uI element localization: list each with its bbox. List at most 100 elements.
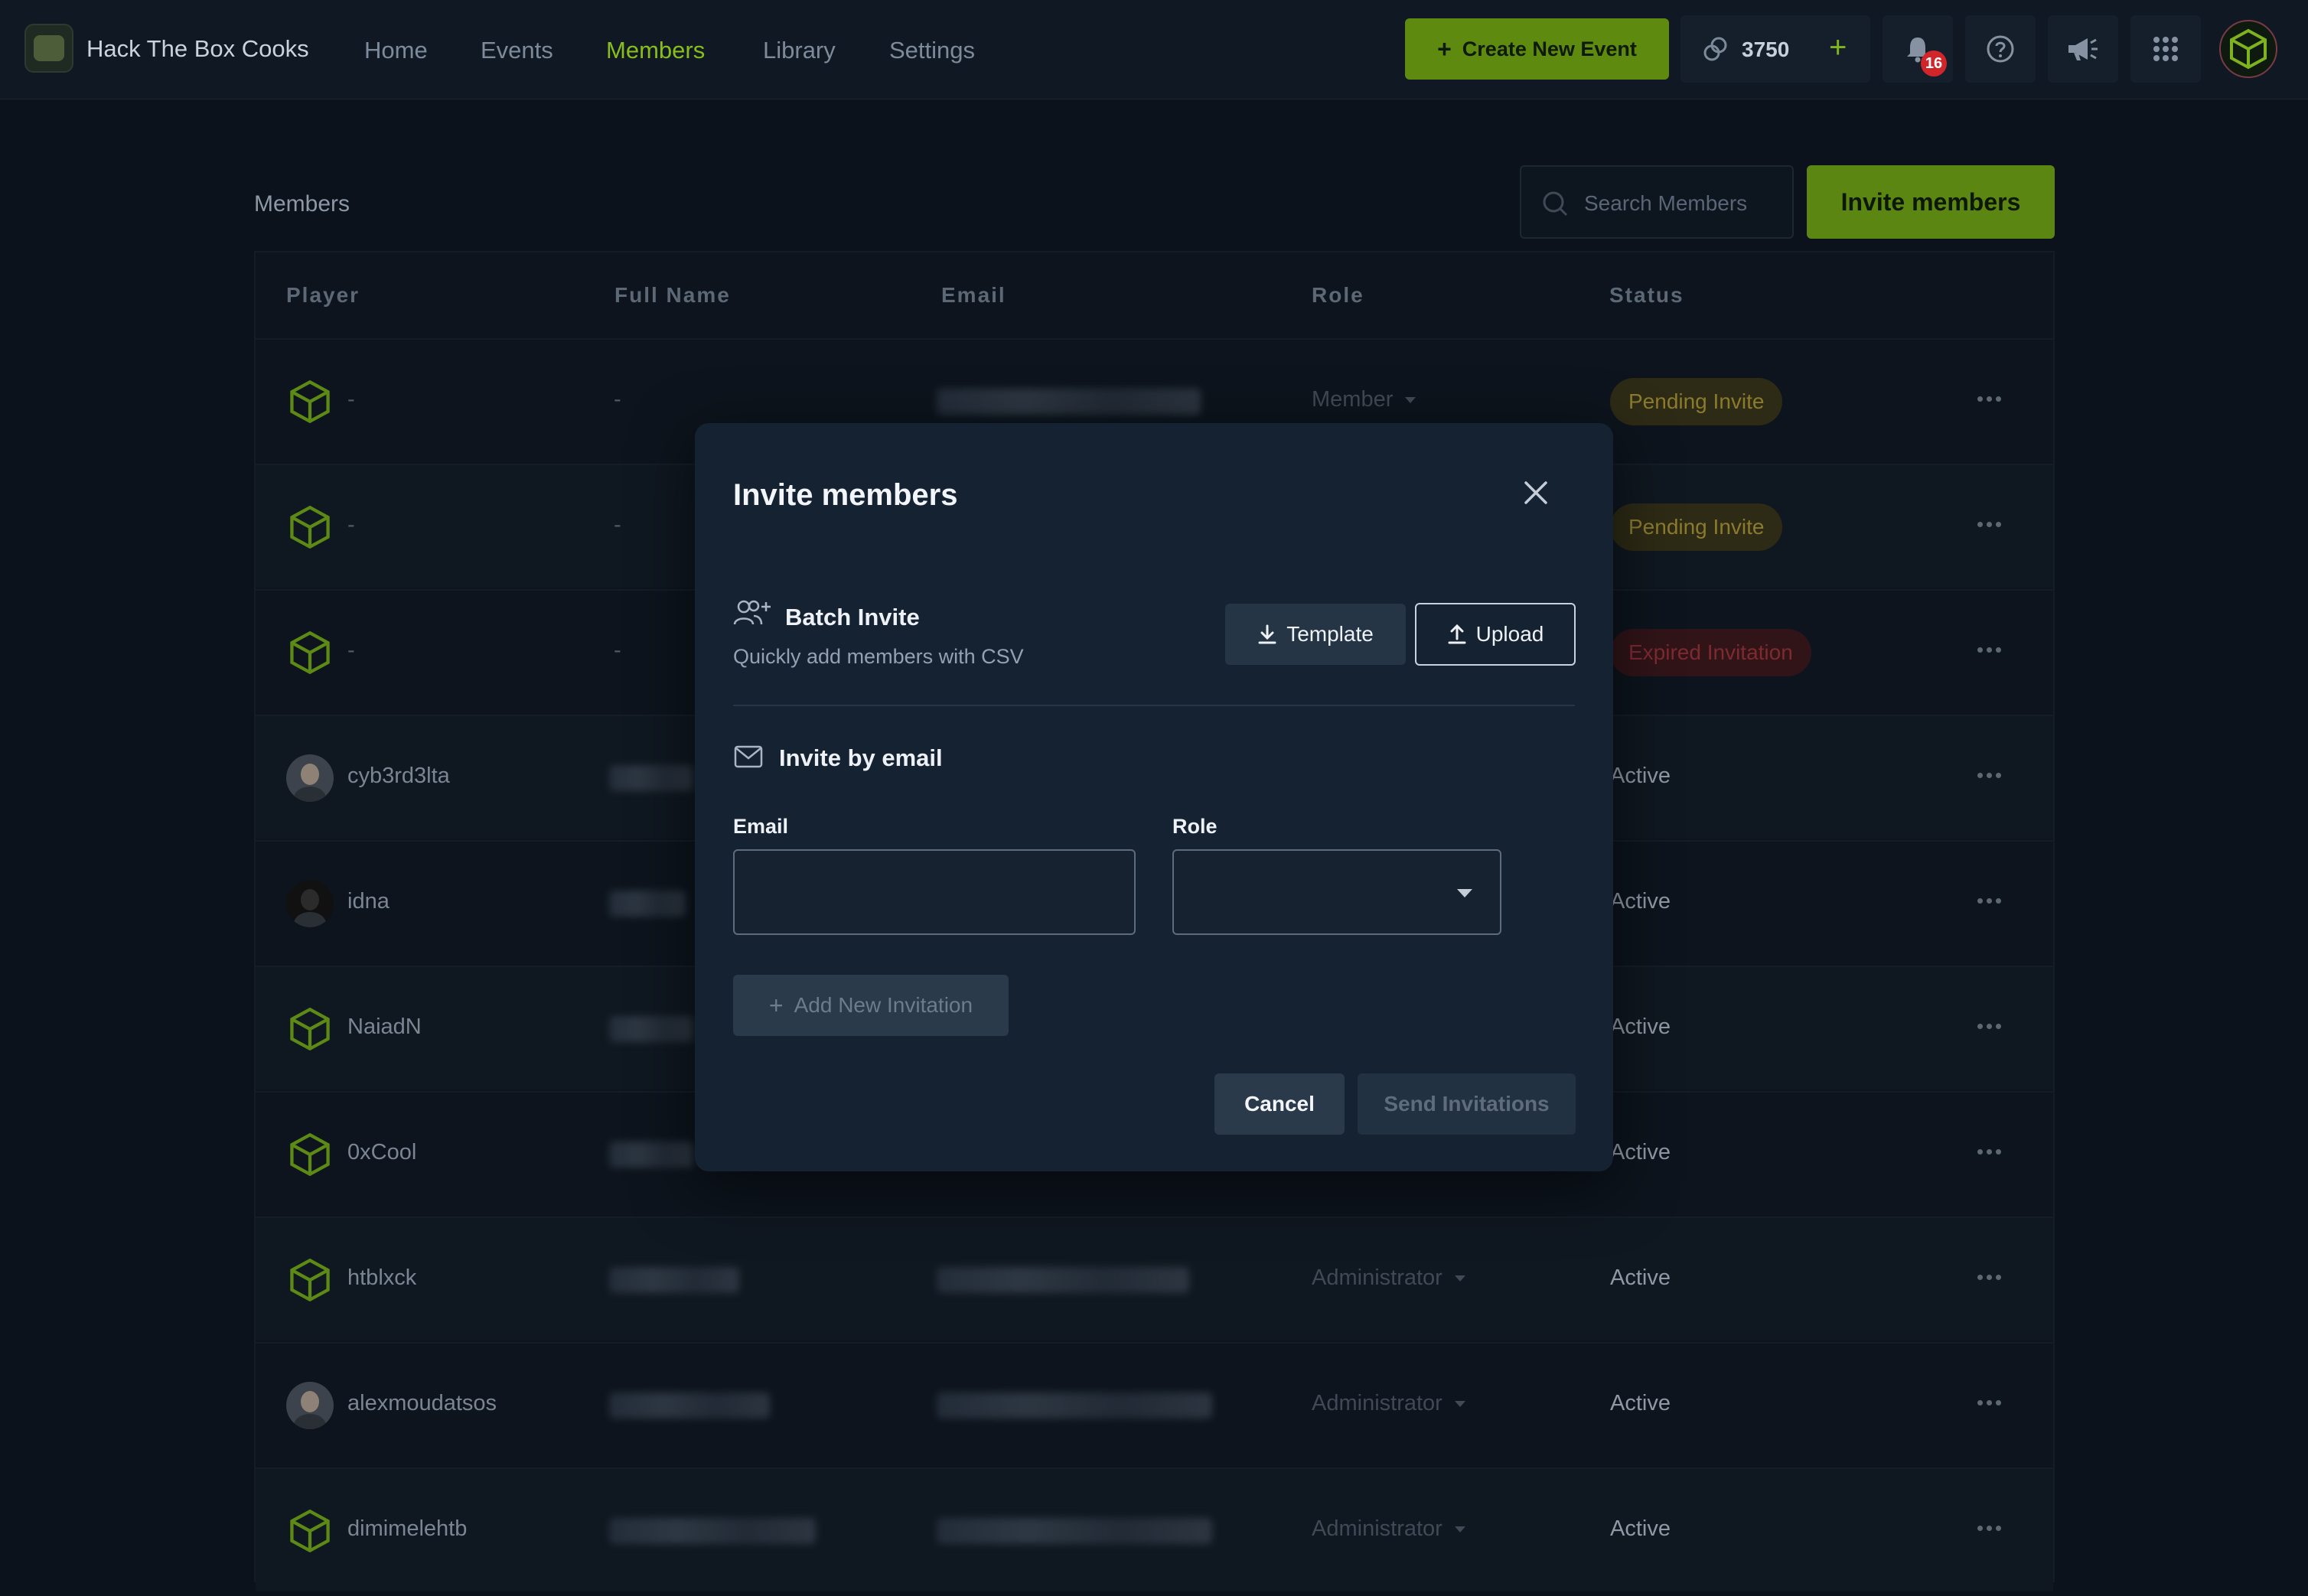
send-invitations-button[interactable]: Send Invitations [1358,1073,1576,1135]
more-options-icon[interactable] [1977,1024,2001,1029]
avatar [286,1256,334,1304]
status-badge: Active [1610,1015,1671,1039]
search-icon [1543,191,1568,217]
help-button[interactable] [1965,15,2036,83]
player-name[interactable]: dimimelehtb [347,1516,467,1542]
invite-members-modal: Invite members Batch Invite Quickly add … [695,423,1613,1171]
email-input[interactable] [733,849,1136,935]
column-header-email[interactable]: Email [941,283,1006,308]
avatar [286,754,334,802]
player-name: - [347,387,355,412]
player-name[interactable]: htblxck [347,1265,416,1291]
role-dropdown[interactable]: Member [1312,387,1416,412]
create-event-label: Create New Event [1462,37,1637,60]
player-name[interactable]: 0xCool [347,1140,416,1165]
more-options-icon[interactable] [1977,396,2001,402]
more-options-icon[interactable] [1977,1526,2001,1531]
chevron-down-icon [1405,397,1416,404]
redacted-email [937,1267,1189,1293]
status-badge: Active [1610,1516,1671,1541]
brand-name[interactable]: Hack The Box Cooks [86,35,309,63]
upload-csv-button[interactable]: Upload [1415,603,1576,666]
profile-avatar[interactable] [2219,20,2277,78]
table-row[interactable]: htblxck Administrator Active [256,1217,2053,1340]
team-logo[interactable] [24,24,73,73]
full-name: - [614,513,621,537]
column-header-status[interactable]: Status [1609,283,1684,308]
search-placeholder: Search Members [1584,191,1748,215]
close-icon[interactable] [1520,477,1552,509]
status-badge: Pending Invite [1610,378,1783,425]
more-options-icon[interactable] [1977,1149,2001,1155]
mail-icon [734,745,763,768]
role-value: Member [1312,387,1394,412]
cube-icon [290,1258,330,1302]
redacted-email [937,1392,1212,1418]
player-name: - [347,638,355,663]
nav-settings[interactable]: Settings [889,37,975,64]
nav-library[interactable]: Library [763,37,836,64]
more-options-icon[interactable] [1977,898,2001,904]
column-header-role[interactable]: Role [1312,283,1364,308]
avatar [286,1382,334,1429]
template-label: Template [1286,622,1374,646]
chevron-down-icon [1454,1526,1465,1533]
role-value: Administrator [1312,1391,1442,1415]
upload-label: Upload [1475,622,1544,646]
add-new-invitation-button[interactable]: + Add New Invitation [733,975,1009,1036]
nav-home[interactable]: Home [364,37,428,64]
status-badge: Active [1610,1391,1671,1415]
notification-count-badge: 16 [1921,50,1947,77]
plus-icon: + [768,991,784,1019]
cancel-button[interactable]: Cancel [1214,1073,1345,1135]
more-options-icon[interactable] [1977,773,2001,778]
invite-members-button[interactable]: Invite members [1807,165,2055,239]
batch-invite-title: Batch Invite [785,604,920,630]
status-badge: Expired Invitation [1610,629,1811,676]
more-options-icon[interactable] [1977,522,2001,527]
role-select[interactable] [1172,849,1501,935]
apps-button[interactable] [2130,15,2201,83]
table-row[interactable]: alexmoudatsos Administrator Active [256,1342,2053,1466]
cube-icon [2230,28,2267,70]
search-members-field[interactable]: Search Members [1520,165,1794,239]
redacted-full-name [609,1518,816,1544]
player-name[interactable]: cyb3rd3lta [347,764,450,789]
add-credits-button[interactable]: + [1829,31,1847,65]
cube-icon [290,630,330,675]
role-value: Administrator [1312,1265,1442,1290]
cube-icon [290,505,330,549]
redacted-full-name [609,1392,770,1418]
more-options-icon[interactable] [1977,647,2001,653]
create-event-button[interactable]: + Create New Event [1405,18,1669,80]
invite-by-email-title: Invite by email [779,744,943,771]
column-header-player[interactable]: Player [286,283,360,308]
help-icon [1987,35,2014,63]
player-name[interactable]: NaiadN [347,1015,422,1040]
player-name: - [347,513,355,537]
avatar [286,378,334,425]
modal-title: Invite members [733,478,958,512]
cube-icon [290,1132,330,1177]
nav-members[interactable]: Members [606,37,705,64]
table-row[interactable]: dimimelehtb Administrator Active [256,1467,2053,1591]
role-dropdown[interactable]: Administrator [1312,1265,1465,1291]
player-name[interactable]: alexmoudatsos [347,1391,497,1416]
download-template-button[interactable]: Template [1225,604,1406,665]
column-header-full-name[interactable]: Full Name [614,283,731,308]
users-add-icon [733,600,771,625]
role-dropdown[interactable]: Administrator [1312,1391,1465,1416]
player-name[interactable]: idna [347,889,390,914]
role-value: Administrator [1312,1516,1442,1541]
download-icon [1258,624,1276,644]
redacted-full-name [609,1267,739,1293]
more-options-icon[interactable] [1977,1400,2001,1405]
announcements-button[interactable] [2048,15,2118,83]
full-name: - [614,638,621,663]
notifications-button[interactable]: 16 [1883,15,1953,83]
nav-events[interactable]: Events [481,37,553,64]
cube-icon [290,1007,330,1051]
more-options-icon[interactable] [1977,1275,2001,1280]
role-dropdown[interactable]: Administrator [1312,1516,1465,1542]
redacted-full-name [609,891,686,917]
